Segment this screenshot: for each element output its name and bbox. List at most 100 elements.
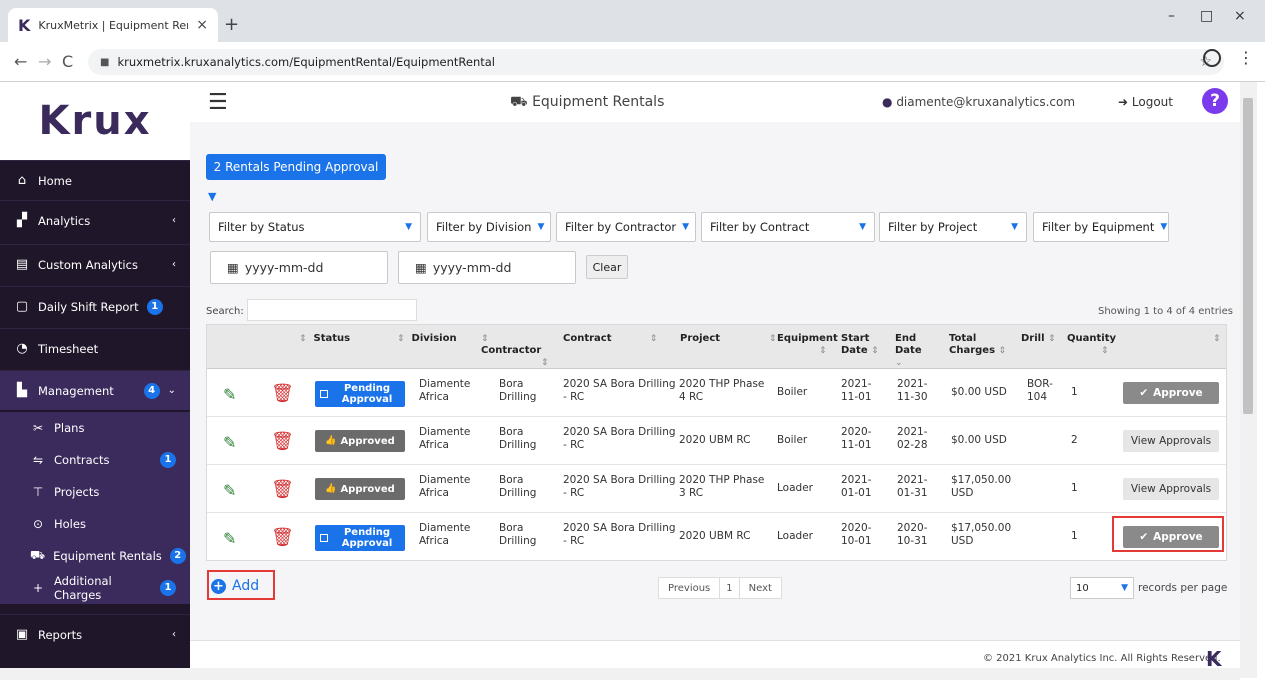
status-badge: 👍 Approved bbox=[315, 478, 405, 500]
sidebar-item-projects[interactable]: ⊤ Projects bbox=[0, 476, 190, 508]
tab-close-icon[interactable]: × bbox=[196, 17, 208, 33]
filter-equipment[interactable]: Filter by Equipment ▼ bbox=[1033, 212, 1169, 242]
caret-down-icon: ▼ bbox=[1121, 583, 1128, 593]
records-per-page-select[interactable]: 10 ▼ bbox=[1070, 577, 1134, 599]
approve-button[interactable]: ✔ Approve bbox=[1123, 382, 1219, 404]
logout-label: Logout bbox=[1131, 95, 1173, 109]
hamburger-menu-icon[interactable]: ☰ bbox=[208, 90, 228, 115]
account-icon[interactable] bbox=[1203, 49, 1221, 67]
count-badge: 4 bbox=[143, 382, 160, 399]
logout-link[interactable]: ➜ Logout bbox=[1118, 95, 1173, 109]
view-approvals-button[interactable]: View Approvals bbox=[1123, 430, 1219, 452]
cell-contract: 2020 SA Bora Drilling - RC bbox=[563, 378, 676, 403]
sidebar-item-reports[interactable]: ▣ Reports ‹ bbox=[0, 614, 190, 654]
trash-icon[interactable]: 🗑 bbox=[271, 479, 294, 500]
column-header-division[interactable]: ⇕ Division bbox=[397, 333, 457, 345]
trash-icon[interactable]: 🗑 bbox=[271, 527, 294, 548]
date-from-input[interactable]: ▦ yyyy-mm-dd bbox=[210, 251, 388, 284]
column-header-contract[interactable]: Contract ⇕ bbox=[563, 333, 657, 345]
sidebar-item-additional-charges[interactable]: + Additional Charges 1 bbox=[0, 572, 190, 604]
column-header-drill[interactable]: Drill ⇕ bbox=[1021, 333, 1056, 345]
sidebar-item-contracts[interactable]: ⇋ Contracts 1 bbox=[0, 444, 190, 476]
forward-icon[interactable]: → bbox=[38, 52, 51, 71]
column-header-total-charges[interactable]: Total Charges ⇕ bbox=[949, 333, 1009, 357]
url-bar[interactable]: ■ kruxmetrix.kruxanalytics.com/Equipment… bbox=[88, 49, 1224, 75]
trash-icon[interactable]: 🗑 bbox=[271, 431, 294, 452]
column-header-end-date[interactable]: End Date ⌄ bbox=[895, 333, 931, 369]
pagination-page-1[interactable]: 1 bbox=[719, 578, 740, 598]
cell-contractor: Bora Drilling bbox=[499, 426, 537, 451]
sidebar-item-plans[interactable]: ✂ Plans bbox=[0, 412, 190, 444]
krux-logo[interactable]: Krux bbox=[39, 98, 152, 144]
page-title-text: Equipment Rentals bbox=[532, 94, 665, 110]
trash-icon[interactable]: 🗑 bbox=[271, 383, 294, 404]
table-row: ✎ 🗑 👍 Approved Diamente Africa Bora Dril… bbox=[207, 417, 1226, 465]
sidebar-item-equipment-rentals[interactable]: ⛟ Equipment Rentals 2 bbox=[0, 540, 190, 572]
browser-tab-strip: K KruxMetrix | Equipment Rentals × + – □… bbox=[0, 0, 1265, 42]
close-window-button[interactable]: × bbox=[1234, 8, 1246, 24]
chevron-down-icon: ⌄ bbox=[167, 385, 176, 396]
sidebar-item-analytics[interactable]: ▞ Analytics ‹ bbox=[0, 200, 190, 240]
page-title: ⛟ Equipment Rentals bbox=[510, 94, 664, 112]
edit-icon[interactable]: ✎ bbox=[223, 433, 236, 452]
new-tab-button[interactable]: + bbox=[224, 14, 239, 35]
cell-division: Diamente Africa bbox=[419, 426, 471, 451]
sidebar-item-home[interactable]: ⌂ Home bbox=[0, 160, 190, 200]
browser-tab[interactable]: K KruxMetrix | Equipment Rentals × bbox=[8, 8, 218, 42]
calendar-icon: ▦ bbox=[415, 260, 427, 275]
filter-contract[interactable]: Filter by Contract ▼ bbox=[701, 212, 875, 242]
search-label: Search: bbox=[206, 306, 244, 317]
search-input[interactable] bbox=[247, 299, 417, 321]
edit-icon[interactable]: ✎ bbox=[223, 481, 236, 500]
edit-icon[interactable]: ✎ bbox=[223, 385, 236, 404]
entries-info: Showing 1 to 4 of 4 entries bbox=[1098, 306, 1233, 317]
sidebar-item-holes[interactable]: ⊙ Holes bbox=[0, 508, 190, 540]
date-to-placeholder: yyyy-mm-dd bbox=[432, 260, 512, 275]
sidebar: Krux ⌂ Home ▞ Analytics ‹ ▤ Custom Analy… bbox=[0, 82, 190, 678]
cell-equipment: Loader bbox=[777, 482, 813, 494]
pagination-next[interactable]: Next bbox=[740, 578, 781, 598]
approve-label: Approve bbox=[1153, 387, 1203, 399]
filter-project[interactable]: Filter by Project ▼ bbox=[879, 212, 1027, 242]
browser-menu-icon[interactable]: ⋮ bbox=[1238, 48, 1254, 67]
column-header-status[interactable]: ⇕ Status bbox=[299, 333, 350, 345]
sidebar-item-management[interactable]: ▙ Management 4 ⌄ bbox=[0, 370, 190, 410]
minimize-button[interactable]: – bbox=[1168, 8, 1175, 24]
filter-division[interactable]: Filter by Division ▼ bbox=[427, 212, 551, 242]
maximize-button[interactable]: □ bbox=[1200, 8, 1213, 24]
column-header-equipment[interactable]: Equipment ⇕ bbox=[777, 333, 845, 357]
horizontal-scrollbar[interactable] bbox=[0, 668, 1240, 680]
copyright-text: © 2021 Krux Analytics Inc. All Rights Re… bbox=[983, 653, 1221, 664]
count-badge: 2 bbox=[169, 548, 186, 564]
user-circle-icon: ● bbox=[882, 95, 893, 109]
user-menu[interactable]: ● diamente@kruxanalytics.com bbox=[882, 95, 1075, 109]
square-icon bbox=[320, 390, 328, 398]
home-icon: ⌂ bbox=[17, 173, 27, 188]
edit-icon[interactable]: ✎ bbox=[223, 529, 236, 548]
column-header-actions[interactable]: ⇕ bbox=[1213, 333, 1221, 345]
add-highlight-outline bbox=[207, 570, 275, 600]
sidebar-item-daily-shift-report[interactable]: ▢ Daily Shift Report 1 bbox=[0, 286, 190, 326]
sidebar-item-timesheet[interactable]: ◔ Timesheet bbox=[0, 328, 190, 368]
filter-icon[interactable]: ▼ bbox=[208, 190, 216, 203]
cell-project: 2020 UBM RC bbox=[679, 434, 751, 446]
date-to-input[interactable]: ▦ yyyy-mm-dd bbox=[398, 251, 576, 284]
clear-dates-button[interactable]: Clear bbox=[586, 255, 628, 279]
column-header-contractor[interactable]: ⇕ Contractor ⇕ bbox=[481, 333, 551, 369]
rentals-pending-approval-button[interactable]: 2 Rentals Pending Approval bbox=[206, 154, 386, 180]
pagination-previous[interactable]: Previous bbox=[659, 578, 719, 598]
back-icon[interactable]: ← bbox=[14, 52, 27, 71]
filter-status[interactable]: Filter by Status ▼ bbox=[209, 212, 421, 242]
cell-equipment: Boiler bbox=[777, 434, 808, 446]
sidebar-item-label: Plans bbox=[54, 421, 85, 435]
column-header-quantity[interactable]: Quantity ⇕ bbox=[1067, 333, 1127, 357]
help-icon[interactable]: ? bbox=[1202, 88, 1228, 114]
filter-contractor[interactable]: Filter by Contractor ▼ bbox=[556, 212, 696, 242]
column-header-start-date[interactable]: Start Date ⇕ bbox=[841, 333, 879, 357]
column-header-project[interactable]: Project ⇕ bbox=[680, 333, 776, 345]
reload-icon[interactable]: C bbox=[62, 52, 73, 71]
pagination: Previous 1 Next bbox=[658, 577, 782, 599]
vertical-scrollbar-thumb[interactable] bbox=[1243, 98, 1253, 414]
sidebar-item-custom-analytics[interactable]: ▤ Custom Analytics ‹ bbox=[0, 244, 190, 284]
view-approvals-button[interactable]: View Approvals bbox=[1123, 478, 1219, 500]
